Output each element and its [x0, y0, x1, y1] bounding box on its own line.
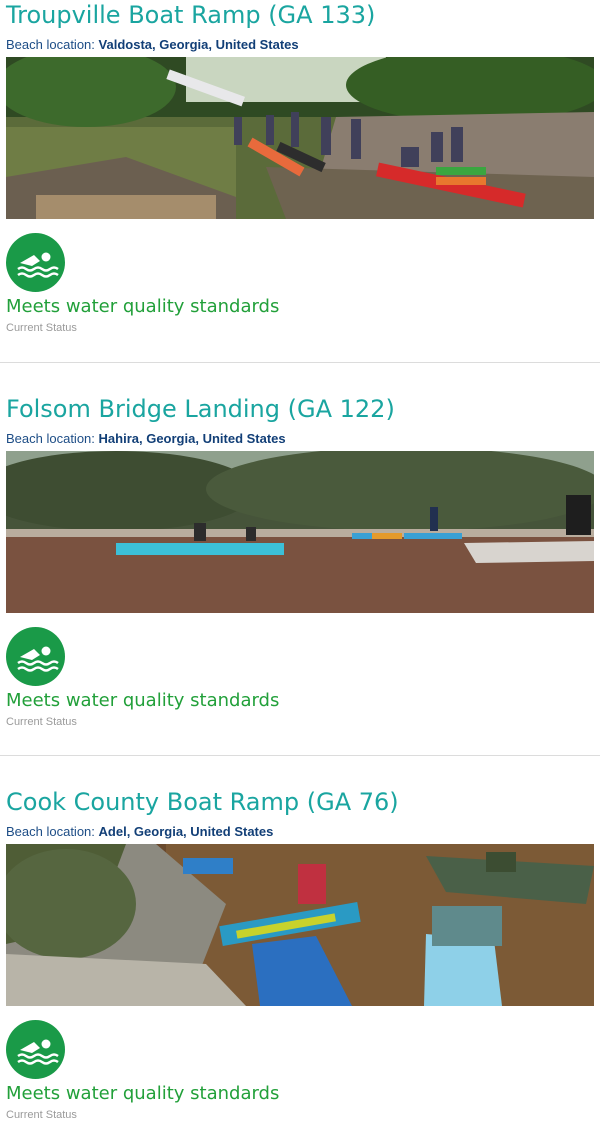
status-label: Current Status: [6, 716, 77, 728]
kayakers-photo: [6, 844, 594, 1006]
beach-entry: Troupville Boat Ramp (GA 133) Beach loca…: [0, 0, 600, 362]
beach-title-link[interactable]: Folsom Bridge Landing (GA 122): [6, 394, 594, 424]
location-value: Valdosta, Georgia, United States: [98, 37, 299, 52]
status-text: Meets water quality standards: [6, 690, 280, 711]
beach-entry: Folsom Bridge Landing (GA 122) Beach loc…: [0, 362, 600, 755]
beach-entry: Cook County Boat Ramp (GA 76) Beach loca…: [0, 755, 600, 1135]
beach-location: Beach location: Valdosta, Georgia, Unite…: [6, 37, 594, 55]
location-label: Beach location:: [6, 431, 95, 446]
beach-location: Beach location: Hahira, Georgia, United …: [6, 431, 594, 449]
beach-location: Beach location: Adel, Georgia, United St…: [6, 824, 594, 842]
beach-title-link[interactable]: Cook County Boat Ramp (GA 76): [6, 787, 594, 817]
swimmer-icon: [6, 1020, 65, 1079]
location-value: Adel, Georgia, United States: [98, 824, 274, 839]
status-text: Meets water quality standards: [6, 296, 280, 317]
location-label: Beach location:: [6, 824, 95, 839]
status-text: Meets water quality standards: [6, 1083, 280, 1104]
status-label: Current Status: [6, 322, 77, 334]
river-kayaks-photo: [6, 451, 594, 613]
location-label: Beach location:: [6, 37, 95, 52]
boat-ramp-photo: [6, 57, 594, 219]
swimmer-icon: [6, 627, 65, 686]
beach-title-link[interactable]: Troupville Boat Ramp (GA 133): [6, 0, 594, 30]
status-label: Current Status: [6, 1109, 77, 1121]
location-value: Hahira, Georgia, United States: [98, 431, 286, 446]
swimmer-icon: [6, 233, 65, 292]
